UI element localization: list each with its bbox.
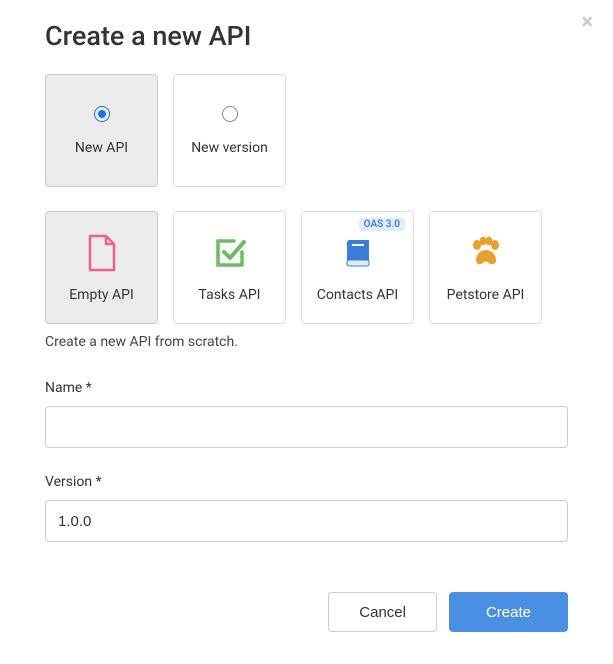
name-label: Name * — [45, 380, 568, 396]
oas-badge: OAS 3.0 — [359, 218, 405, 231]
template-card-tasks[interactable]: Tasks API — [173, 211, 286, 324]
template-label: Tasks API — [199, 287, 261, 303]
template-description: Create a new API from scratch. — [45, 334, 568, 350]
template-label: Contacts API — [317, 287, 398, 303]
type-label: New version — [191, 140, 268, 156]
dialog-title: Create a new API — [45, 20, 568, 52]
template-card-petstore[interactable]: Petstore API — [429, 211, 542, 324]
paw-icon — [468, 233, 504, 273]
name-input[interactable] — [45, 406, 568, 448]
radio-icon — [94, 106, 110, 122]
cancel-button[interactable]: Cancel — [328, 592, 437, 632]
type-card-new-version[interactable]: New version — [173, 74, 286, 187]
type-label: New API — [75, 140, 128, 156]
type-selector: New API New version — [45, 74, 568, 187]
template-card-empty[interactable]: Empty API — [45, 211, 158, 324]
version-label: Version * — [45, 474, 568, 490]
file-icon — [86, 233, 118, 273]
check-icon — [212, 233, 248, 273]
radio-icon — [222, 106, 238, 122]
close-icon[interactable]: × — [581, 12, 593, 34]
version-input[interactable] — [45, 500, 568, 542]
create-button[interactable]: Create — [449, 592, 568, 632]
type-card-new-api[interactable]: New API — [45, 74, 158, 187]
template-label: Empty API — [69, 287, 134, 303]
dialog-footer: Cancel Create — [45, 592, 568, 632]
book-icon — [343, 233, 373, 273]
template-card-contacts[interactable]: OAS 3.0 Contacts API — [301, 211, 414, 324]
template-label: Petstore API — [447, 287, 525, 303]
template-selector: Empty API Tasks API OAS 3.0 Contacts API… — [45, 211, 568, 324]
